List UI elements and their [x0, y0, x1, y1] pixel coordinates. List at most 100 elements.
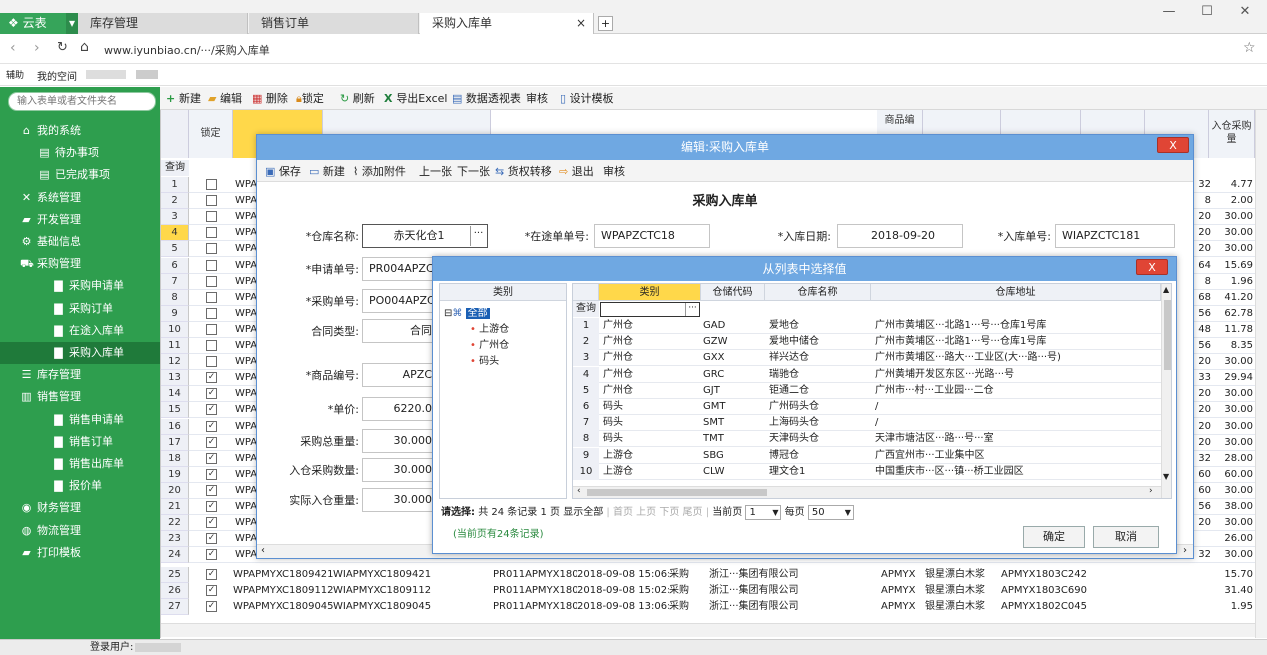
sidebar-item[interactable]: ▰ 开发管理: [0, 209, 160, 231]
list-cell[interactable]: 广西宜州市···工业集中区: [875, 448, 1159, 464]
list-cell[interactable]: GRC: [703, 367, 763, 383]
row-lock-checkbox[interactable]: [206, 243, 217, 255]
unit-price-field[interactable]: 6220.0: [362, 397, 437, 421]
row-number[interactable]: 27: [161, 599, 189, 615]
list-cell[interactable]: 码头: [603, 415, 699, 431]
row-lock-checkbox[interactable]: [206, 307, 217, 319]
delete-button[interactable]: ▦ 删除: [252, 90, 288, 107]
list-cell[interactable]: 天津市塘沽区···路···号···室: [875, 431, 1159, 447]
row-lock-checkbox[interactable]: ✓: [206, 569, 217, 580]
bookmark-item-redacted[interactable]: [136, 70, 158, 79]
grid-horizontal-scrollbar[interactable]: [161, 623, 1255, 637]
transit-no-field[interactable]: WPAPZCTC18: [594, 224, 710, 248]
sidebar-item[interactable]: ▤ 已完成事项: [0, 164, 160, 186]
previous-button[interactable]: 上一张: [419, 163, 452, 180]
row-number[interactable]: 7: [161, 273, 189, 290]
row-number[interactable]: 20: [161, 482, 189, 499]
list-cell[interactable]: 上海码头仓: [769, 415, 869, 431]
row-number[interactable]: 8: [161, 289, 189, 306]
scroll-down-icon[interactable]: ▼: [1163, 472, 1169, 481]
row-lock-checkbox[interactable]: [206, 179, 217, 190]
list-scroll-thumb[interactable]: [1164, 300, 1171, 370]
row-lock-checkbox[interactable]: ✓: [206, 601, 217, 612]
exit-button[interactable]: ⇨ 退出: [559, 163, 594, 180]
list-cell[interactable]: CLW: [703, 464, 763, 480]
row-number[interactable]: 22: [161, 515, 189, 532]
apply-no-field[interactable]: PR004APZCT: [362, 257, 437, 281]
list-cell[interactable]: 上游仓: [603, 464, 699, 480]
sidebar-item[interactable]: ▥ 销售管理: [0, 386, 160, 408]
app-dropdown-icon[interactable]: ▾: [66, 13, 78, 34]
row-lock-checkbox[interactable]: [206, 291, 217, 303]
tree-node-upstream[interactable]: • 上游仓: [470, 320, 509, 335]
actual-weight-field[interactable]: 30.000: [362, 488, 437, 512]
sidebar-item[interactable]: ▇ 销售出库单: [0, 453, 160, 475]
list-row-number[interactable]: 10: [573, 463, 599, 480]
browser-tab-purchase-inbound[interactable]: 采购入库单 ×: [420, 13, 594, 34]
list-cell[interactable]: 上游仓: [603, 448, 699, 464]
row-number[interactable]: 25: [161, 567, 189, 583]
minimize-icon[interactable]: —: [1158, 4, 1180, 22]
next-page-link[interactable]: 下页: [659, 507, 679, 518]
refresh-icon[interactable]: ↻: [57, 40, 68, 55]
list-column-category[interactable]: 类别: [599, 284, 701, 301]
browser-tab-sales-order[interactable]: 销售订单: [249, 13, 419, 34]
prev-page-link[interactable]: 上页: [636, 507, 656, 518]
column-header-inbound-qty[interactable]: 入仓采购量: [1209, 110, 1255, 158]
purchase-no-field[interactable]: PO004APZCT: [362, 289, 437, 313]
bookmark-star-icon[interactable]: ☆: [1243, 40, 1256, 56]
transfer-ownership-button[interactable]: ⇆ 货权转移: [495, 163, 552, 180]
sidebar-item[interactable]: ⛟ 采购管理: [0, 253, 160, 275]
list-row-number[interactable]: 1: [573, 318, 599, 334]
contract-type-field[interactable]: 合同: [362, 319, 437, 343]
next-button[interactable]: 下一张: [457, 163, 490, 180]
row-lock-checkbox[interactable]: ✓: [206, 484, 217, 496]
row-number[interactable]: 15: [161, 402, 189, 419]
list-cell[interactable]: 广州仓: [603, 383, 699, 399]
cancel-button[interactable]: 取消: [1093, 526, 1159, 548]
list-cell[interactable]: 广州仓: [603, 318, 699, 334]
back-icon[interactable]: ‹: [10, 40, 16, 56]
list-cell[interactable]: 广州市黄埔区···北路1···号···仓库1号库: [875, 318, 1159, 334]
row-lock-checkbox[interactable]: [206, 211, 217, 223]
list-row-number[interactable]: 7: [573, 415, 599, 432]
list-cell[interactable]: 广州市黄埔区···北路1···号···仓库1号库: [875, 334, 1159, 350]
list-cell[interactable]: 理文仓1: [769, 464, 869, 480]
row-number[interactable]: 19: [161, 466, 189, 483]
close-window-icon[interactable]: ✕: [1234, 4, 1256, 22]
sidebar-item[interactable]: ✕ 系统管理: [0, 187, 160, 209]
list-row-number[interactable]: 5: [573, 382, 599, 399]
row-lock-checkbox[interactable]: ✓: [206, 585, 217, 596]
row-number[interactable]: 2: [161, 193, 189, 210]
bookmark-item[interactable]: 辅助: [6, 68, 24, 81]
list-cell[interactable]: /: [875, 415, 1159, 431]
list-row-number[interactable]: 2: [573, 334, 599, 351]
list-cell[interactable]: GZW: [703, 334, 763, 350]
scroll-right-icon[interactable]: ›: [1183, 545, 1187, 556]
row-number[interactable]: 11: [161, 338, 189, 354]
list-cell[interactable]: 中国重庆市···区···镇···桥工业园区: [875, 464, 1159, 480]
product-no-field[interactable]: APZC: [362, 363, 437, 387]
row-number[interactable]: 21: [161, 499, 189, 515]
row-number[interactable]: 16: [161, 418, 189, 435]
row-lock-checkbox[interactable]: ✓: [206, 420, 217, 432]
row-lock-checkbox[interactable]: ✓: [206, 468, 217, 480]
list-cell[interactable]: 博冠仓: [769, 448, 869, 464]
app-menu-button[interactable]: ❖ 云表 ▾: [0, 13, 78, 34]
design-template-button[interactable]: ▯ 设计模板: [560, 90, 614, 107]
add-attachment-button[interactable]: ⌇ 添加附件: [353, 163, 406, 180]
forward-icon[interactable]: ›: [34, 40, 40, 56]
pivot-table-button[interactable]: ▤ 数据透视表: [452, 90, 521, 107]
grid-vertical-scrollbar[interactable]: [1255, 110, 1267, 638]
sidebar-item[interactable]: ▇ 销售订单: [0, 431, 160, 453]
row-lock-checkbox[interactable]: [206, 275, 217, 287]
scroll-up-icon[interactable]: ▲: [1163, 285, 1169, 294]
dialog-audit-button[interactable]: 审核: [603, 163, 625, 180]
scroll-left-icon[interactable]: ‹: [261, 545, 265, 556]
row-lock-checkbox[interactable]: [206, 195, 217, 207]
list-cell[interactable]: 钜通二仓: [769, 383, 869, 399]
list-row-number[interactable]: 8: [573, 431, 599, 448]
list-cell[interactable]: 爱地仓: [769, 318, 869, 334]
save-button[interactable]: ▣ 保存: [265, 163, 301, 180]
list-row-number[interactable]: 9: [573, 447, 599, 464]
